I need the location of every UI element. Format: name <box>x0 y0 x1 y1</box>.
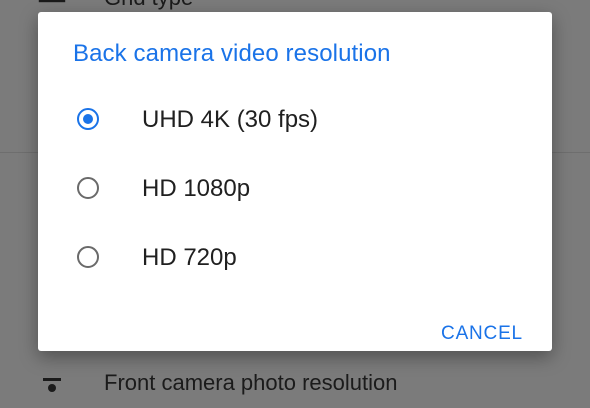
option-uhd-4k[interactable]: UHD 4K (30 fps) <box>38 91 552 151</box>
radio-unselected-icon[interactable] <box>77 246 99 268</box>
radio-unselected-icon[interactable] <box>77 177 99 199</box>
option-label: HD 720p <box>142 244 237 271</box>
option-hd-1080p[interactable]: HD 1080p <box>38 160 552 220</box>
dialog-title: Back camera video resolution <box>73 40 391 67</box>
resolution-dialog: Back camera video resolution UHD 4K (30 … <box>38 12 552 351</box>
radio-selected-icon[interactable] <box>77 108 99 130</box>
option-label: UHD 4K (30 fps) <box>142 106 319 133</box>
cancel-button[interactable]: CANCEL <box>430 318 534 350</box>
option-label: HD 1080p <box>142 175 251 202</box>
option-hd-720p[interactable]: HD 720p <box>38 229 552 289</box>
